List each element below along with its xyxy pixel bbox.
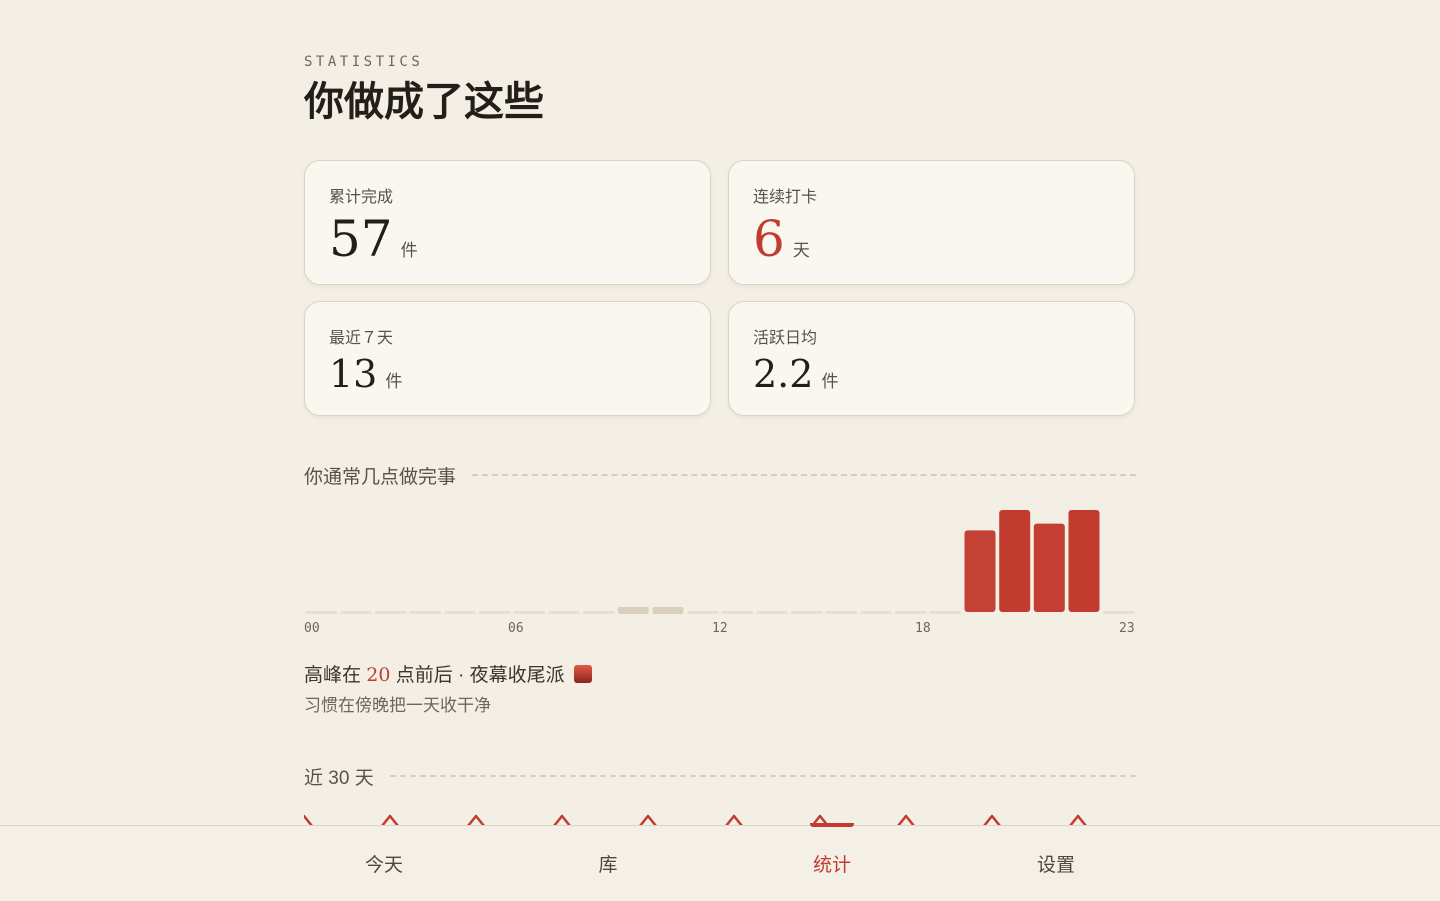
hour-bar-09 <box>617 607 649 614</box>
peak-summary: 高峰在 20 点前后 · 夜幕收尾派 <box>304 660 592 687</box>
hour-bar-01 <box>340 611 372 614</box>
stat-unit: 件 <box>400 241 418 260</box>
hour-bar-13 <box>756 611 788 614</box>
month-section-title: 近 30 天 <box>304 767 374 789</box>
hour-bar-03 <box>409 611 441 614</box>
stat-unit: 天 <box>792 241 810 260</box>
peak-subtitle: 习惯在傍晚把一天收干净 <box>304 696 491 715</box>
tab-settings[interactable]: 设置 <box>944 850 1168 877</box>
stat-label: 活跃日均 <box>753 330 818 347</box>
hour-bar-05 <box>479 611 511 614</box>
hour-bar-14 <box>791 611 823 614</box>
x-tick-label: 06 <box>508 621 524 636</box>
stat-number: 13 <box>329 352 378 396</box>
hour-bar-11 <box>687 611 719 614</box>
bottom-tab-bar: 今天 库 统计 设置 <box>0 823 1440 901</box>
stat-value: 6 天 <box>753 211 810 267</box>
city-dusk-icon <box>573 665 592 683</box>
x-tick-label: 00 <box>304 621 320 636</box>
hour-bar-21 <box>1033 523 1065 612</box>
stat-label: 连续打卡 <box>753 189 818 206</box>
peak-suffix: 点前后 · 夜幕收尾派 <box>395 665 565 686</box>
stat-card-last7: 最近７天 13 件 <box>304 301 711 416</box>
stat-card-daily-avg: 活跃日均 2.2 件 <box>728 301 1135 416</box>
stat-card-total: 累计完成 57 件 <box>304 160 711 285</box>
stat-label: 最近７天 <box>329 330 394 347</box>
stat-value: 2.2 件 <box>753 352 838 396</box>
hour-section-header: 你通常几点做完事 <box>304 462 1136 488</box>
stat-number: 6 <box>753 210 785 268</box>
hour-bar-18 <box>929 611 961 614</box>
x-tick-label: 12 <box>712 621 728 636</box>
hour-bar-16 <box>860 611 892 614</box>
hour-bar-23 <box>1103 611 1135 614</box>
hour-bar-22 <box>1068 510 1100 612</box>
active-tab-indicator <box>810 823 854 827</box>
stat-unit: 件 <box>821 372 839 391</box>
month-section-header: 近 30 天 <box>304 763 1136 789</box>
tab-library[interactable]: 库 <box>496 850 720 877</box>
hour-section-title: 你通常几点做完事 <box>304 466 457 488</box>
stat-value: 13 件 <box>329 352 402 396</box>
month-chart-peek <box>304 814 1087 826</box>
section-divider <box>389 775 1136 777</box>
peak-prefix: 高峰在 <box>304 665 362 686</box>
hour-bar-17 <box>895 611 927 614</box>
x-tick-label: 18 <box>915 621 931 636</box>
hour-bar-00 <box>305 611 337 614</box>
hour-bar-19 <box>964 530 996 612</box>
x-tick-label: 23 <box>1119 621 1135 636</box>
hour-bar-08 <box>583 611 615 614</box>
stat-number: 2.2 <box>753 352 814 396</box>
hour-chart-svg <box>305 510 1135 614</box>
tab-statistics[interactable]: 统计 <box>720 850 944 877</box>
stat-label: 累计完成 <box>329 189 394 206</box>
tab-today[interactable]: 今天 <box>272 850 496 877</box>
stat-card-streak: 连续打卡 6 天 <box>728 160 1135 285</box>
stat-value: 57 件 <box>329 211 418 267</box>
hour-bar-15 <box>825 611 857 614</box>
peak-hour: 20 <box>366 664 391 686</box>
hour-bar-07 <box>548 611 580 614</box>
hour-bar-04 <box>444 611 476 614</box>
hour-bar-20 <box>999 510 1031 612</box>
hour-bar-12 <box>721 611 753 614</box>
statistics-page: STATISTICS 你做成了这些 累计完成 57 件 连续打卡 6 天 最近７… <box>304 0 1136 901</box>
stat-number: 57 <box>329 210 393 268</box>
stat-unit: 件 <box>385 372 403 391</box>
page-title: 你做成了这些 <box>304 78 544 125</box>
hour-bar-06 <box>513 611 545 614</box>
hour-bar-02 <box>375 611 407 614</box>
section-divider <box>472 474 1136 476</box>
hour-chart <box>304 500 1136 616</box>
page-eyebrow: STATISTICS <box>304 54 424 70</box>
hour-bar-10 <box>652 607 684 614</box>
